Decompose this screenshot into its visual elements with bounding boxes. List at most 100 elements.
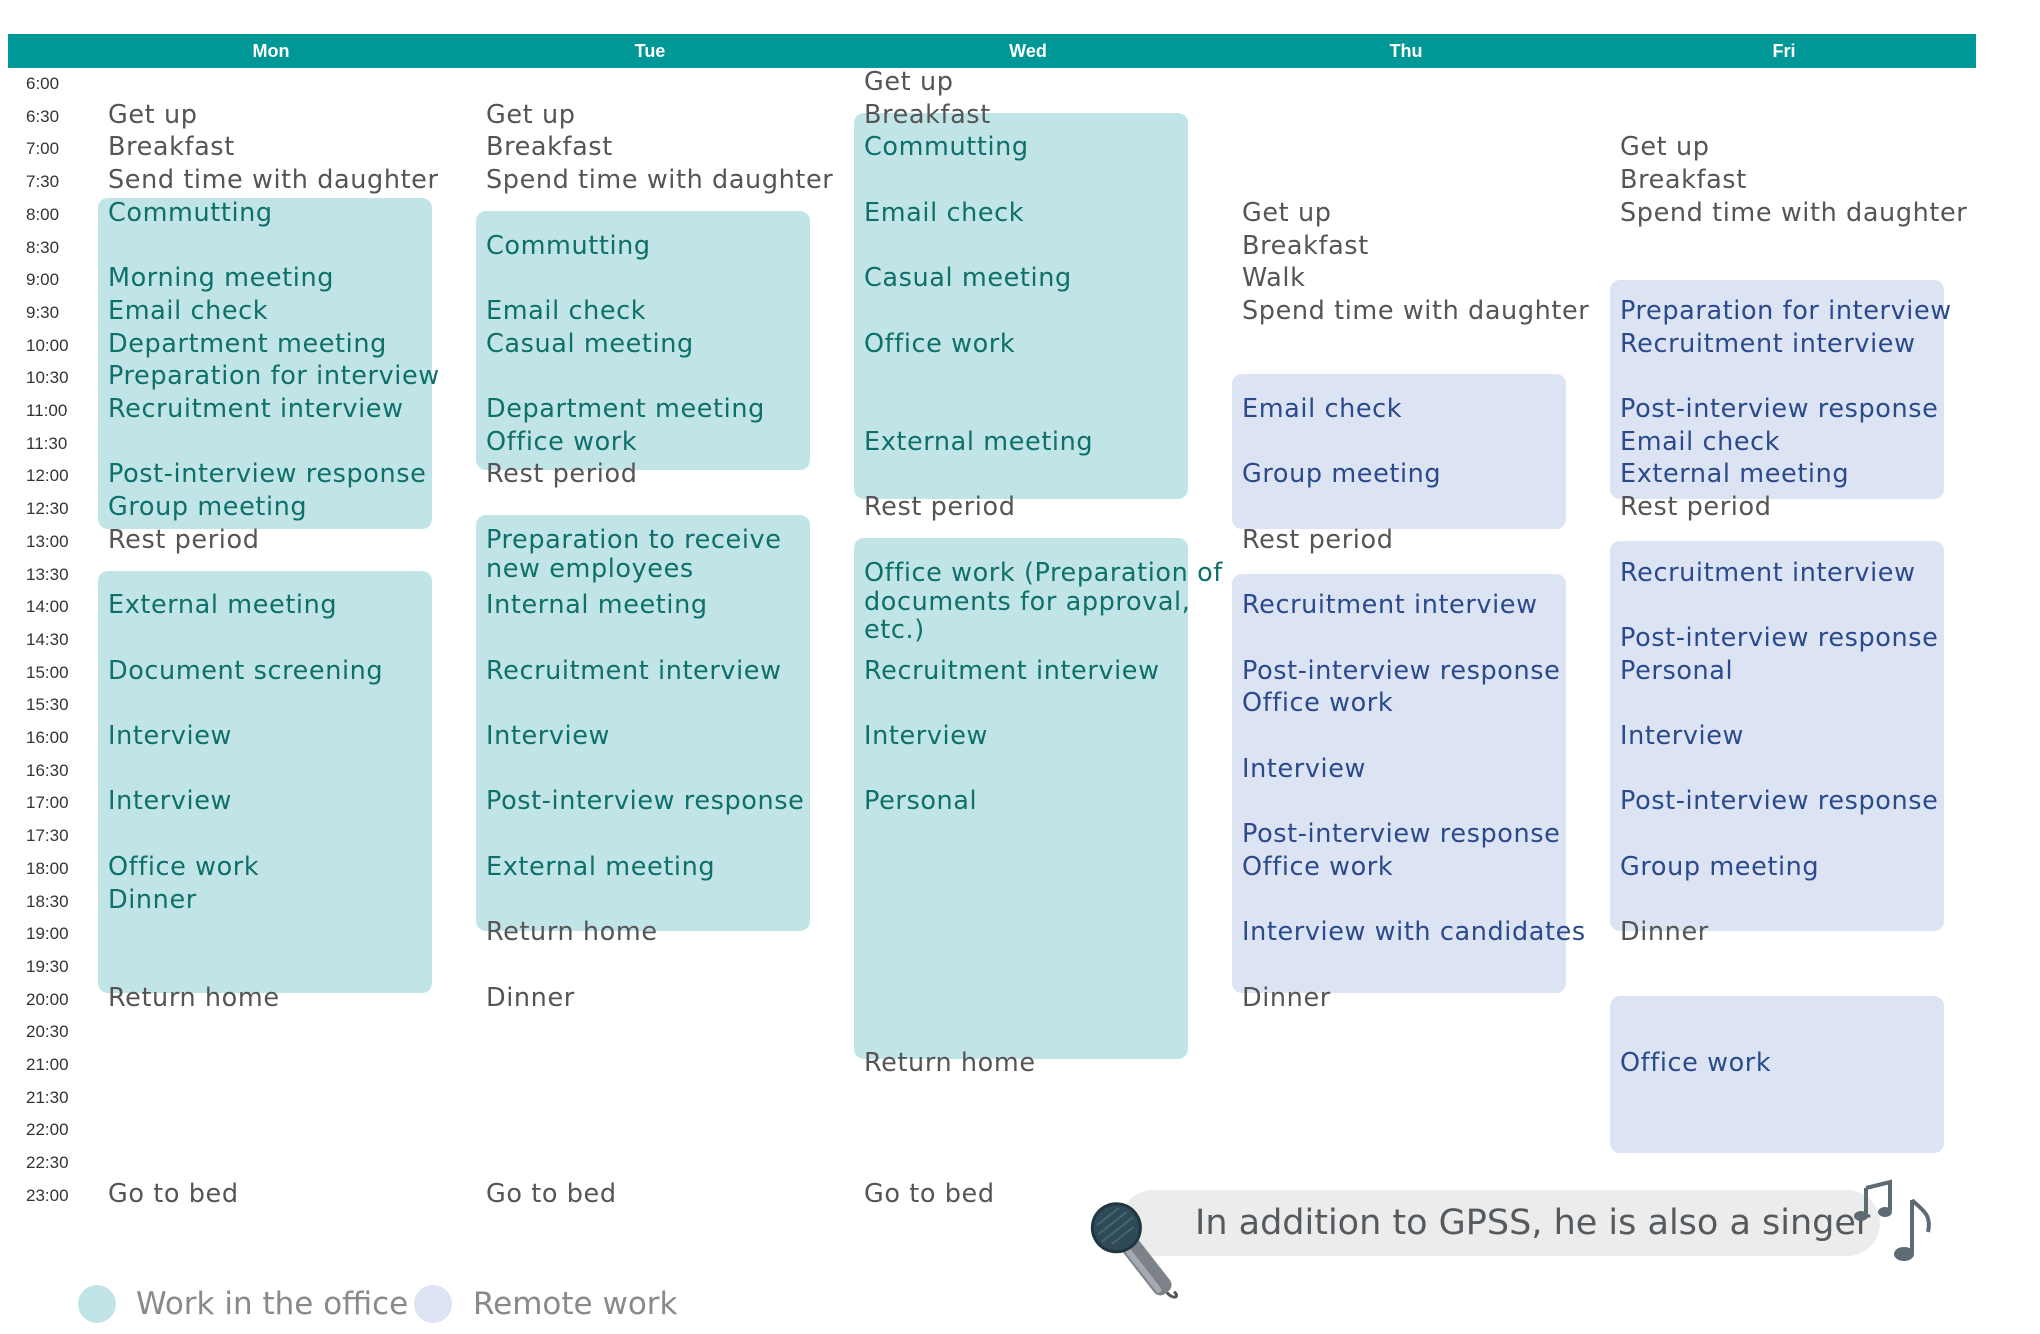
schedule-event: Get up <box>1242 197 1332 228</box>
schedule-event: Rest period <box>1620 492 1772 523</box>
schedule-event: Breakfast <box>1242 230 1369 261</box>
schedule-event: Office work <box>1620 1048 1772 1078</box>
schedule-event: Email check <box>108 295 269 326</box>
time-label: 21:00 <box>26 1055 69 1074</box>
time-label: 10:30 <box>26 368 69 388</box>
schedule-event: Get up <box>108 99 198 130</box>
schedule-event: Document screening <box>108 655 384 686</box>
schedule-event: Post-interview response <box>1620 622 1939 653</box>
schedule-event: Spend time with daughter <box>486 165 834 196</box>
schedule-event: Breakfast <box>108 132 235 163</box>
day-header-bar: Mon Tue Wed Thu Fri <box>8 34 1976 68</box>
schedule-event: Dinner <box>486 982 575 1013</box>
schedule-event: documents for approval, <box>864 586 1191 617</box>
schedule-event: Dinner <box>1620 917 1709 948</box>
schedule-event: External meeting <box>486 851 716 882</box>
schedule-event: Personal <box>864 786 978 817</box>
day-header-fri: Fri <box>1772 41 1796 61</box>
schedule-event: Spend time with daughter <box>1620 197 1968 228</box>
schedule-event: Interview <box>864 721 988 751</box>
time-label: 7:00 <box>26 139 60 159</box>
schedule-event: Personal <box>1620 655 1734 686</box>
schedule-event: Preparation to receive <box>486 524 782 555</box>
schedule-event: Rest period <box>486 459 638 490</box>
time-label: 21:30 <box>26 1087 69 1107</box>
time-label: 22:00 <box>26 1120 69 1140</box>
time-label: 20:00 <box>26 989 69 1009</box>
schedule-event: Office work <box>108 851 260 882</box>
schedule-event: Email check <box>486 295 647 326</box>
schedule-event: Return home <box>864 1048 1036 1078</box>
day-header-thu: Thu <box>1389 41 1423 61</box>
schedule-event: Recruitment interview <box>1620 557 1916 588</box>
day-header-mon: Mon <box>252 41 290 61</box>
time-label: 9:00 <box>26 270 60 290</box>
schedule-event: Go to bed <box>864 1178 995 1209</box>
time-label: 8:00 <box>26 204 60 224</box>
microphone-icon <box>1090 1202 1179 1299</box>
schedule-event: Post-interview response <box>1620 394 1939 424</box>
schedule-event: Office work (Preparation of <box>864 557 1223 588</box>
time-label: 6:30 <box>26 106 60 126</box>
schedule-event: Commutting <box>486 230 651 261</box>
day-header-wed: Wed <box>1009 41 1047 61</box>
schedule-event: Get up <box>864 67 954 97</box>
schedule-event: Internal meeting <box>486 590 708 621</box>
time-label: 11:00 <box>26 401 68 420</box>
schedule-event: Walk <box>1242 263 1306 294</box>
time-label: 12:30 <box>26 499 69 519</box>
schedule-event: Group meeting <box>108 492 308 523</box>
time-label: 19:30 <box>26 956 69 976</box>
schedule-event: Group meeting <box>1242 459 1442 490</box>
schedule-event: Recruitment interview <box>1242 590 1538 621</box>
time-label: 18:00 <box>26 858 69 878</box>
time-label: 18:30 <box>26 891 69 911</box>
schedule-event: Go to bed <box>486 1178 617 1209</box>
time-label: 15:00 <box>26 662 69 682</box>
schedule-event: Breakfast <box>486 132 613 163</box>
schedule-event: Office work <box>486 426 638 457</box>
schedule-event: Group meeting <box>1620 851 1820 882</box>
schedule-event: Interview <box>486 721 610 751</box>
time-label: 9:30 <box>26 302 60 322</box>
time-label: 12:00 <box>26 466 69 486</box>
schedule-event: Casual meeting <box>864 263 1072 294</box>
schedule-event: Email check <box>864 197 1025 228</box>
schedule-event: Send time with daughter <box>108 165 439 196</box>
schedule-event: Return home <box>486 917 658 948</box>
schedule-event: Recruitment interview <box>864 655 1160 686</box>
schedule-event: Go to bed <box>108 1178 239 1209</box>
time-label: 19:00 <box>26 924 69 944</box>
schedule-event: Dinner <box>108 884 197 915</box>
schedule-event: Department meeting <box>108 328 387 359</box>
time-label: 23:00 <box>26 1185 69 1205</box>
schedule-event: Breakfast <box>1620 165 1747 196</box>
schedule-event: External meeting <box>1620 459 1850 490</box>
music-note-icon <box>1854 1179 1931 1261</box>
schedule-event: Department meeting <box>486 394 765 424</box>
schedule-event: Post-interview response <box>108 459 427 490</box>
time-label: 16:00 <box>26 728 69 747</box>
time-label: 8:30 <box>26 237 60 257</box>
schedule-event: Morning meeting <box>108 263 334 294</box>
legend-remote-swatch <box>414 1285 452 1323</box>
schedule-event: Commutting <box>108 197 273 228</box>
office-work-block <box>98 570 432 994</box>
time-label: 22:30 <box>26 1153 69 1173</box>
schedule-event: Office work <box>864 328 1016 359</box>
time-label: 16:30 <box>26 760 69 780</box>
schedule-event: Post-interview response <box>1620 786 1939 817</box>
schedule-event: Rest period <box>108 524 260 555</box>
schedule-event: Interview with candidates <box>1242 917 1586 948</box>
schedule-event: Email check <box>1242 394 1403 424</box>
schedule-event: Post-interview response <box>486 786 805 817</box>
schedule-event: Rest period <box>864 492 1016 523</box>
schedule-event: Recruitment interview <box>1620 328 1916 359</box>
schedule-event: Email check <box>1620 426 1781 457</box>
time-label: 15:30 <box>26 695 69 715</box>
legend-office-label: Work in the office <box>136 1286 409 1322</box>
schedule-event: etc.) <box>864 614 925 645</box>
time-label: 17:30 <box>26 826 69 846</box>
schedule-event: Dinner <box>1242 982 1331 1013</box>
time-label: 6:00 <box>26 74 60 93</box>
